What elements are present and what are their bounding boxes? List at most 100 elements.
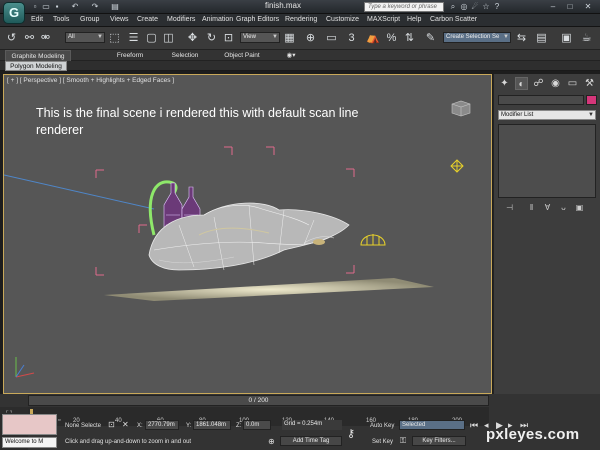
pivot-center-icon[interactable]: ▦: [283, 31, 296, 45]
make-unique-icon[interactable]: ∀: [542, 202, 553, 213]
modifier-list-dropdown[interactable]: Modifier List ▼: [498, 110, 596, 120]
redo-icon[interactable]: ↷: [90, 2, 100, 12]
time-tag-icon[interactable]: ⊕: [268, 437, 275, 446]
key-filters-icon[interactable]: ⚿: [400, 436, 406, 446]
auto-key-button[interactable]: Auto Key: [370, 423, 394, 429]
menu-tools[interactable]: Tools: [53, 16, 69, 23]
title-bar: G ▫ ▭ ▪ ↶ ↷ ▤ finish.max Type a keyword …: [0, 0, 600, 24]
remove-modifier-icon[interactable]: ᴗ: [558, 202, 569, 213]
close-icon[interactable]: ✕: [583, 2, 593, 12]
select-and-scale-icon[interactable]: ⊡: [222, 31, 235, 45]
viewport-label[interactable]: [ + ] [ Perspective ] [ Smooth + Highlig…: [7, 77, 174, 84]
perspective-viewport[interactable]: [ + ] [ Perspective ] [ Smooth + Highlig…: [3, 74, 492, 394]
tab-polygon-modeling[interactable]: Polygon Modeling: [5, 61, 67, 71]
menu-maxscript[interactable]: MAXScript: [367, 16, 400, 23]
angle-snap-icon[interactable]: ⛺: [366, 31, 380, 45]
z-coordinate-field[interactable]: 0.0m: [243, 420, 271, 430]
modify-panel-icon[interactable]: ◐: [515, 77, 528, 90]
add-time-tag-button[interactable]: Add Time Tag: [280, 436, 342, 446]
mirror-icon[interactable]: ⇆: [515, 31, 528, 45]
app-menu-icon[interactable]: G: [3, 2, 25, 24]
menu-group[interactable]: Group: [80, 16, 99, 23]
help-icon[interactable]: ?: [492, 2, 502, 12]
spinner-snap-icon[interactable]: ⇅: [403, 31, 416, 45]
render-production-icon[interactable]: ☕: [580, 31, 593, 45]
utilities-panel-icon[interactable]: ⚒: [583, 77, 596, 90]
select-by-name-icon[interactable]: ☰: [127, 31, 140, 45]
absolute-mode-icon[interactable]: ✕: [122, 420, 129, 429]
y-coordinate-field[interactable]: 1861.048m: [193, 420, 231, 430]
object-name-field[interactable]: [498, 95, 584, 105]
hierarchy-panel-icon[interactable]: ☍: [532, 77, 545, 90]
menu-views[interactable]: Views: [110, 16, 129, 23]
snaps-toggle-icon[interactable]: 3: [345, 31, 358, 45]
object-status-icon: ▫: [58, 417, 61, 424]
keyboard-shortcut-icon[interactable]: ▭: [325, 31, 338, 45]
maximize-icon[interactable]: □: [565, 2, 575, 12]
motion-panel-icon[interactable]: ◉: [549, 77, 562, 90]
selection-filter-value: All: [68, 34, 75, 40]
undo-scene-icon[interactable]: ↺: [5, 31, 18, 45]
x-coordinate-field[interactable]: 2770.79m: [145, 420, 179, 430]
selection-filter-dropdown[interactable]: All ▼: [65, 32, 105, 43]
select-and-rotate-icon[interactable]: ↻: [205, 31, 218, 45]
reference-coord-dropdown[interactable]: View ▼: [240, 32, 280, 43]
menu-rendering[interactable]: Rendering: [285, 16, 317, 23]
rectangular-selection-icon[interactable]: ▢: [145, 31, 158, 45]
main-toolbar: ↺ ⚯ ⚮ All ▼ ⬚ ☰ ▢ ◫ ✥ ↻ ⊡ View ▼ ▦ ⊕ ▭ 3 ⛺…: [0, 27, 600, 50]
minimize-icon[interactable]: –: [548, 2, 558, 12]
show-end-result-icon[interactable]: ‖: [526, 202, 537, 213]
select-object-icon[interactable]: ⬚: [108, 31, 121, 45]
new-file-icon[interactable]: ▫: [30, 2, 40, 12]
edit-named-selection-icon[interactable]: ✎: [424, 31, 437, 45]
project-folder-icon[interactable]: ▤: [110, 2, 120, 12]
key-filters-button[interactable]: Key Filters...: [412, 436, 466, 446]
render-setup-icon[interactable]: ▣: [560, 31, 573, 45]
modifier-stack[interactable]: [498, 124, 596, 198]
manipulate-icon[interactable]: ⊕: [304, 31, 317, 45]
link-icon[interactable]: ⚯: [23, 31, 36, 45]
tab-object-paint[interactable]: Object Paint: [220, 50, 264, 61]
display-panel-icon[interactable]: ▭: [566, 77, 579, 90]
subscription-icon[interactable]: ◎: [459, 2, 469, 12]
window-crossing-icon[interactable]: ◫: [162, 31, 175, 45]
favorites-icon[interactable]: ☆: [481, 2, 491, 12]
menu-edit[interactable]: Edit: [31, 16, 43, 23]
menu-customize[interactable]: Customize: [326, 16, 359, 23]
key-mode-dropdown[interactable]: Selected: [399, 420, 465, 430]
menu-graph-editors[interactable]: Graph Editors: [236, 16, 279, 23]
menu-modifiers[interactable]: Modifiers: [167, 16, 195, 23]
menu-animation[interactable]: Animation: [202, 16, 233, 23]
pin-stack-icon[interactable]: ⊣: [504, 202, 515, 213]
unlink-icon[interactable]: ⚮: [39, 31, 52, 45]
align-icon[interactable]: ▤: [535, 31, 548, 45]
viewcube-icon[interactable]: [448, 97, 474, 117]
maxscript-mini-listener[interactable]: [2, 414, 57, 435]
object-color-swatch[interactable]: [586, 95, 597, 105]
selection-status: None Selecte: [65, 423, 102, 429]
search-input[interactable]: Type a keyword or phrase: [364, 2, 444, 12]
open-file-icon[interactable]: ▭: [41, 2, 51, 12]
configure-modifier-sets-icon[interactable]: ▣: [574, 202, 585, 213]
go-to-start-icon[interactable]: ⏮: [470, 420, 478, 431]
tab-selection[interactable]: Selection: [165, 50, 205, 61]
tab-graphite-modeling-tools[interactable]: Graphite Modeling Tools: [5, 50, 71, 71]
communication-center-icon[interactable]: ☄: [470, 2, 480, 12]
tab-freeform[interactable]: Freeform: [110, 50, 150, 61]
menu-help[interactable]: Help: [407, 16, 421, 23]
percent-snap-icon[interactable]: %: [385, 31, 398, 45]
ribbon-options-icon[interactable]: ◉▾: [285, 50, 297, 61]
set-key-button[interactable]: Set Key: [372, 439, 393, 445]
maxscript-listener[interactable]: Welcome to M: [2, 437, 57, 448]
menu-carbon-scatter[interactable]: Carbon Scatter: [430, 16, 477, 23]
select-and-move-icon[interactable]: ✥: [186, 31, 199, 45]
lock-selection-icon[interactable]: ⊡: [108, 420, 115, 429]
named-selection-dropdown[interactable]: Create Selection Se ▼: [443, 32, 511, 43]
save-file-icon[interactable]: ▪: [52, 2, 62, 12]
time-slider[interactable]: 0 / 200: [28, 395, 489, 406]
search-icon[interactable]: ⌕: [448, 2, 458, 12]
create-panel-icon[interactable]: ✦: [498, 77, 511, 90]
undo-icon[interactable]: ↶: [70, 2, 80, 12]
ribbon-tabs: Graphite Modeling Tools Freeform Selecti…: [0, 50, 600, 71]
menu-create[interactable]: Create: [137, 16, 158, 23]
